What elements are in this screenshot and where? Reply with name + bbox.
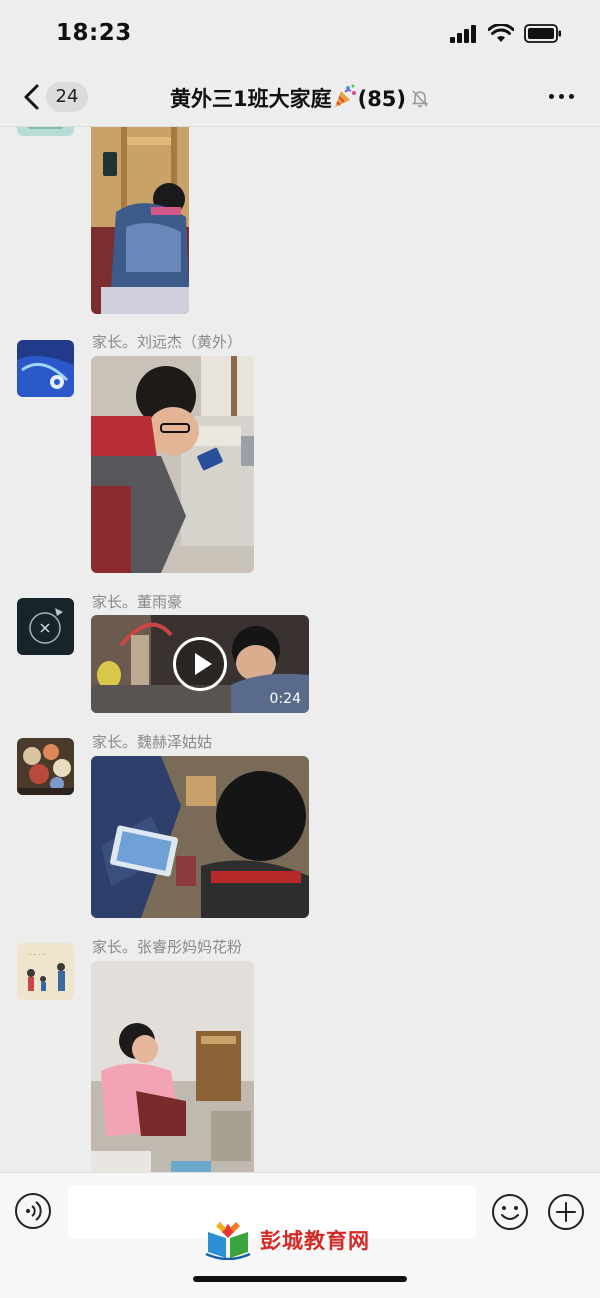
group-name: 黄外三1班大家庭 <box>169 87 332 111</box>
svg-text:· · · ·: · · · · <box>29 951 45 959</box>
avatar[interactable] <box>17 598 74 655</box>
party-popper-icon <box>332 83 358 114</box>
avatar[interactable] <box>17 738 74 795</box>
battery-icon <box>524 24 561 43</box>
message-list[interactable]: 家长。刘远杰（黄外） 家长。董雨豪 0:24 家长。魏赫泽姑姑 · · · · … <box>0 127 600 1172</box>
chat-title[interactable]: 黄外三1班大家庭 (85) <box>0 83 600 114</box>
wifi-icon <box>488 24 514 42</box>
voice-icon[interactable] <box>15 1193 51 1229</box>
status-bar: 18:23 <box>0 0 600 70</box>
bell-off-icon <box>410 88 430 113</box>
sender-name: 家长。刘远杰（黄外） <box>92 333 243 351</box>
watermark: 彭城教育网 <box>204 1220 370 1260</box>
play-icon[interactable] <box>173 637 227 691</box>
signal-icon <box>450 24 476 43</box>
sender-name: 家长。张睿彤妈妈花粉 <box>92 938 243 956</box>
emoji-icon[interactable] <box>491 1193 529 1231</box>
chat-header: 24 黄外三1班大家庭 (85) <box>0 70 600 127</box>
avatar[interactable] <box>17 340 74 397</box>
image-message[interactable] <box>91 356 254 573</box>
more-dots-icon[interactable] <box>549 94 574 99</box>
sender-name: 家长。董雨豪 <box>92 593 183 611</box>
home-indicator[interactable] <box>193 1276 407 1282</box>
watermark-text: 彭城教育网 <box>260 1228 370 1253</box>
member-count: (85) <box>357 87 407 111</box>
plus-icon[interactable] <box>547 1193 585 1231</box>
avatar[interactable]: · · · · <box>17 943 74 1000</box>
image-message[interactable] <box>91 756 309 918</box>
video-duration: 0:24 <box>269 691 301 707</box>
avatar[interactable] <box>17 127 74 136</box>
book-logo-icon <box>205 1222 251 1260</box>
image-message[interactable] <box>91 127 189 314</box>
sender-name: 家长。魏赫泽姑姑 <box>92 733 213 751</box>
image-message[interactable] <box>91 961 254 1172</box>
video-message[interactable]: 0:24 <box>91 615 309 713</box>
status-icons <box>450 24 562 43</box>
status-time: 18:23 <box>56 20 132 46</box>
